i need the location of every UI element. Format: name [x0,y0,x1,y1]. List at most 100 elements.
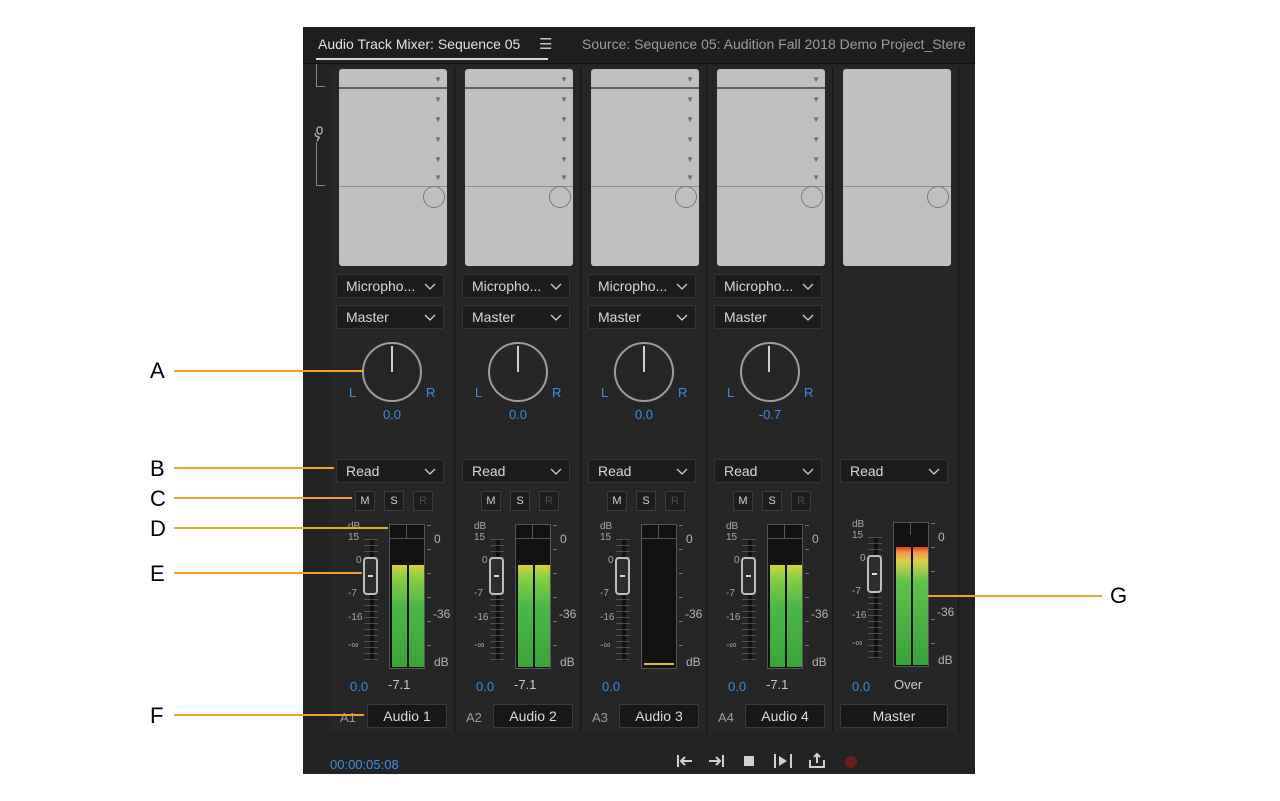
peak-indicator[interactable] [911,523,928,535]
send-knob[interactable] [675,186,697,208]
mute-button[interactable]: M [355,491,375,511]
peak-indicator[interactable] [894,523,911,535]
effect-slot-arrow-icon[interactable]: ▼ [812,75,820,84]
track-name[interactable]: Audio 4 [745,704,825,728]
input-dropdown[interactable]: Micropho... [462,274,570,298]
output-dropdown[interactable]: Master [714,305,822,329]
record-enable-button[interactable]: R [791,491,811,511]
send-knob[interactable] [801,186,823,208]
effect-slot-arrow-icon[interactable]: ▼ [812,155,820,164]
track-name[interactable]: Master [840,704,948,728]
play-in-to-out-icon[interactable] [772,751,792,771]
volume-value[interactable]: 0.0 [728,679,746,694]
tab-source[interactable]: Source: Sequence 05: Audition Fall 2018 … [582,36,966,52]
send-area[interactable] [717,186,825,266]
record-enable-button[interactable]: R [413,491,433,511]
go-to-out-icon[interactable] [706,751,726,771]
effects-rack[interactable]: ▼ ▼ ▼ ▼ ▼ ▼ [717,69,825,266]
solo-button[interactable]: S [384,491,404,511]
volume-fader[interactable] [615,557,630,595]
effect-slot-arrow-icon[interactable]: ▼ [686,135,694,144]
track-name[interactable]: Audio 2 [493,704,573,728]
input-dropdown[interactable]: Micropho... [588,274,696,298]
peak-indicator[interactable] [390,525,407,538]
pan-knob[interactable] [488,342,548,402]
mute-button[interactable]: M [607,491,627,511]
effect-slot-arrow-icon[interactable]: ▼ [434,115,442,124]
solo-button[interactable]: S [762,491,782,511]
peak-indicator[interactable] [768,525,785,538]
effect-slot-arrow-icon[interactable]: ▼ [560,95,568,104]
effects-rack[interactable]: ▼ ▼ ▼ ▼ ▼ ▼ [465,69,573,266]
pan-knob[interactable] [362,342,422,402]
effect-slot-arrow-icon[interactable]: ▼ [560,155,568,164]
tab-audio-track-mixer[interactable]: Audio Track Mixer: Sequence 05 [316,36,549,60]
pan-value[interactable]: -0.7 [708,407,832,422]
mute-button[interactable]: M [733,491,753,511]
mute-button[interactable]: M [481,491,501,511]
automation-dropdown[interactable]: Read [336,459,444,483]
volume-value[interactable]: 0.0 [852,679,870,694]
hamburger-menu-icon[interactable]: ☰ [539,35,552,53]
peak-indicator[interactable] [785,525,802,538]
go-to-in-icon[interactable] [675,751,695,771]
send-knob[interactable] [927,186,949,208]
volume-fader[interactable] [489,557,504,595]
input-dropdown[interactable]: Micropho... [714,274,822,298]
loop-icon[interactable] [807,751,827,771]
effect-slot-arrow-icon[interactable]: ▼ [560,173,568,182]
pan-value[interactable]: 0.0 [456,407,580,422]
effects-rack[interactable] [843,69,951,266]
send-area[interactable] [591,186,699,266]
send-area[interactable] [339,186,447,266]
solo-button[interactable]: S [636,491,656,511]
input-dropdown[interactable]: Micropho... [336,274,444,298]
effects-rack[interactable]: ▼ ▼ ▼ ▼ ▼ ▼ [591,69,699,266]
effects-rack[interactable]: ▼ ▼ ▼ ▼ ▼ ▼ [339,69,447,266]
volume-value[interactable]: 0.0 [476,679,494,694]
effect-slot-arrow-icon[interactable]: ▼ [560,135,568,144]
automation-dropdown[interactable]: Read [714,459,822,483]
effect-slot-arrow-icon[interactable]: ▼ [434,75,442,84]
effect-slot-arrow-icon[interactable]: ▼ [560,75,568,84]
record-enable-button[interactable]: R [665,491,685,511]
effect-slot-arrow-icon[interactable]: ▼ [812,173,820,182]
peak-indicator[interactable] [407,525,424,538]
effect-slot-arrow-icon[interactable]: ▼ [686,115,694,124]
track-name[interactable]: Audio 1 [367,704,447,728]
automation-dropdown[interactable]: Read [840,459,948,483]
peak-indicator[interactable] [516,525,533,538]
microphone-icon[interactable] [311,126,325,142]
timecode[interactable]: 00:00:05:08 [330,757,399,772]
volume-value[interactable]: 0.0 [350,679,368,694]
effect-slot-arrow-icon[interactable]: ▼ [812,135,820,144]
effect-slot-arrow-icon[interactable]: ▼ [686,95,694,104]
pan-knob[interactable] [614,342,674,402]
send-knob[interactable] [549,186,571,208]
peak-indicator[interactable] [533,525,550,538]
send-area[interactable] [465,186,573,266]
automation-dropdown[interactable]: Read [588,459,696,483]
send-knob[interactable] [423,186,445,208]
effect-slot-arrow-icon[interactable]: ▼ [434,135,442,144]
volume-value[interactable]: 0.0 [602,679,620,694]
effect-slot-arrow-icon[interactable]: ▼ [686,173,694,182]
effect-slot-arrow-icon[interactable]: ▼ [686,155,694,164]
automation-dropdown[interactable]: Read [462,459,570,483]
effect-slot-arrow-icon[interactable]: ▼ [434,173,442,182]
peak-indicator[interactable] [642,525,659,538]
record-icon[interactable] [845,756,857,768]
output-dropdown[interactable]: Master [588,305,696,329]
effect-slot-arrow-icon[interactable]: ▼ [560,115,568,124]
pan-value[interactable]: 0.0 [582,407,706,422]
volume-fader[interactable] [867,555,882,593]
track-name[interactable]: Audio 3 [619,704,699,728]
record-enable-button[interactable]: R [539,491,559,511]
effect-slot-arrow-icon[interactable]: ▼ [686,75,694,84]
effect-slot-arrow-icon[interactable]: ▼ [434,155,442,164]
solo-button[interactable]: S [510,491,530,511]
output-dropdown[interactable]: Master [462,305,570,329]
send-area[interactable] [843,186,951,266]
effect-slot-arrow-icon[interactable]: ▼ [812,115,820,124]
volume-fader[interactable] [741,557,756,595]
